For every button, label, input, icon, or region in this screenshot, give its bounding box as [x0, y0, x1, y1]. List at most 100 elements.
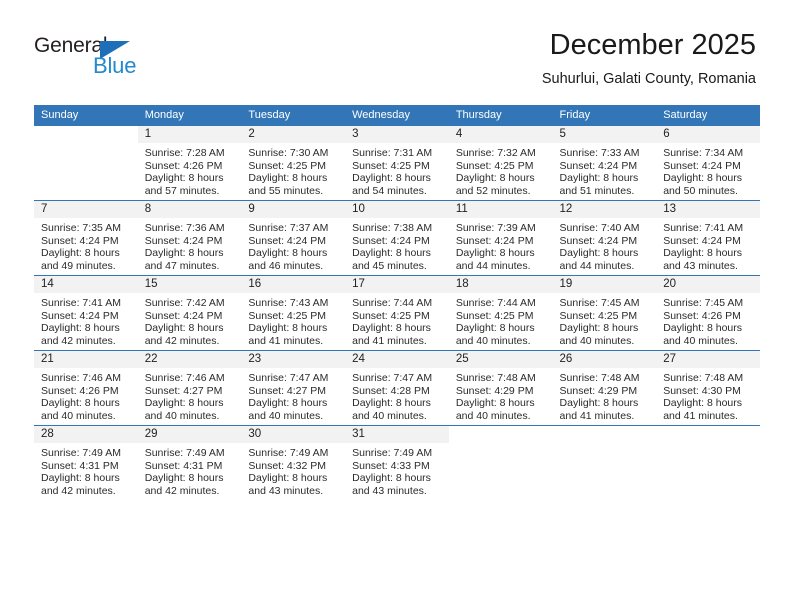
daylight-text-line2: and 41 minutes.: [352, 334, 427, 347]
calendar-day-cell[interactable]: 21 Sunrise: 7:46 AM Sunset: 4:26 PM Dayligh…: [34, 350, 138, 426]
calendar-day-cell[interactable]: 10 Sunrise: 7:38 AM Sunset: 4:24 PM Dayligh…: [345, 200, 449, 276]
calendar-day-cell[interactable]: 24 Sunrise: 7:47 AM Sunset: 4:28 PM Dayligh…: [345, 350, 449, 426]
calendar-day-cell[interactable]: 28 Sunrise: 7:49 AM Sunset: 4:31 PM Dayligh…: [34, 425, 138, 500]
calendar-cell-inner: 12 Sunrise: 7:40 AM Sunset: 4:24 PM Dayligh…: [552, 201, 657, 275]
daylight-text-line1: Daylight: 8 hours: [455, 172, 535, 185]
calendar-day-cell[interactable]: 12 Sunrise: 7:40 AM Sunset: 4:24 PM Dayligh…: [552, 200, 657, 276]
page-header: General Blue December 2025 Suhurlui, Gal…: [0, 0, 792, 100]
calendar-day-cell[interactable]: 1 Sunrise: 7:28 AM Sunset: 4:26 PM Daylight…: [137, 126, 242, 201]
calendar-cell-inner: [448, 426, 553, 500]
calendar-cell-inner: 7 Sunrise: 7:35 AM Sunset: 4:24 PM Daylight…: [34, 201, 138, 275]
sunset-text: Sunset: 4:25 PM: [352, 159, 430, 172]
day-details: Sunrise: 7:32 AM Sunset: 4:25 PM Daylight:…: [449, 143, 553, 197]
calendar-day-cell[interactable]: 13 Sunrise: 7:41 AM Sunset: 4:24 PM Dayligh…: [656, 200, 760, 276]
calendar-cell-inner: 1 Sunrise: 7:28 AM Sunset: 4:26 PM Daylight…: [137, 126, 242, 200]
sunrise-text: Sunrise: 7:48 AM: [455, 372, 536, 384]
calendar-day-cell[interactable]: 18 Sunrise: 7:44 AM Sunset: 4:25 PM Dayligh…: [448, 275, 553, 351]
daylight-text-line2: and 44 minutes.: [455, 259, 531, 272]
calendar-day-cell[interactable]: 22 Sunrise: 7:46 AM Sunset: 4:27 PM Dayligh…: [137, 350, 242, 426]
calendar-day-cell[interactable]: 6 Sunrise: 7:34 AM Sunset: 4:24 PM Daylight…: [656, 126, 760, 201]
calendar-cell-inner: 16 Sunrise: 7:43 AM Sunset: 4:25 PM Dayligh…: [241, 276, 346, 350]
sunrise-text: Sunrise: 7:49 AM: [352, 447, 433, 459]
sunrise-text: Sunrise: 7:47 AM: [248, 372, 329, 384]
calendar-day-cell[interactable]: 14 Sunrise: 7:41 AM Sunset: 4:24 PM Dayligh…: [34, 275, 138, 351]
sunset-text: Sunset: 4:24 PM: [41, 234, 119, 247]
sunset-text: Sunset: 4:24 PM: [144, 309, 223, 322]
daylight-text-line1: Daylight: 8 hours: [352, 397, 431, 410]
daylight-text-line1: Daylight: 8 hours: [559, 322, 639, 335]
daylight-text-line2: and 43 minutes.: [248, 484, 324, 497]
sunrise-text: Sunrise: 7:49 AM: [41, 447, 121, 459]
day-number: [656, 426, 760, 443]
daylight-text-line2: and 40 minutes.: [663, 334, 738, 347]
daylight-text-line1: Daylight: 8 hours: [41, 472, 120, 485]
calendar-day-cell[interactable]: 23 Sunrise: 7:47 AM Sunset: 4:27 PM Dayligh…: [241, 350, 346, 426]
daylight-text-line1: Daylight: 8 hours: [352, 322, 431, 335]
sunset-text: Sunset: 4:26 PM: [144, 159, 223, 172]
calendar-cell-inner: 22 Sunrise: 7:46 AM Sunset: 4:27 PM Dayligh…: [137, 351, 242, 425]
calendar-day-cell[interactable]: 29 Sunrise: 7:49 AM Sunset: 4:31 PM Dayligh…: [137, 425, 242, 500]
calendar-week-row: 1 Sunrise: 7:28 AM Sunset: 4:26 PM Daylight…: [34, 126, 760, 201]
calendar-cell-empty: [656, 425, 760, 500]
calendar-day-cell[interactable]: 19 Sunrise: 7:45 AM Sunset: 4:25 PM Dayligh…: [552, 275, 657, 351]
calendar-day-cell[interactable]: 2 Sunrise: 7:30 AM Sunset: 4:25 PM Daylight…: [241, 126, 346, 201]
day-details: Sunrise: 7:28 AM Sunset: 4:26 PM Daylight:…: [138, 143, 242, 197]
day-number: 5: [552, 126, 657, 143]
sunset-text: Sunset: 4:33 PM: [352, 459, 430, 472]
daylight-text-line2: and 50 minutes.: [663, 184, 738, 197]
calendar-day-cell[interactable]: 5 Sunrise: 7:33 AM Sunset: 4:24 PM Daylight…: [552, 126, 657, 201]
calendar-cell-inner: 24 Sunrise: 7:47 AM Sunset: 4:28 PM Dayligh…: [345, 351, 449, 425]
calendar-day-cell[interactable]: 7 Sunrise: 7:35 AM Sunset: 4:24 PM Daylight…: [34, 200, 138, 276]
calendar-day-cell[interactable]: 17 Sunrise: 7:44 AM Sunset: 4:25 PM Dayligh…: [345, 275, 449, 351]
day-number: 12: [552, 201, 657, 218]
day-details: Sunrise: 7:35 AM Sunset: 4:24 PM Daylight:…: [34, 218, 138, 272]
calendar-day-cell[interactable]: 25 Sunrise: 7:48 AM Sunset: 4:29 PM Dayligh…: [448, 350, 553, 426]
calendar-day-cell[interactable]: 15 Sunrise: 7:42 AM Sunset: 4:24 PM Dayligh…: [137, 275, 242, 351]
calendar-cell-inner: 25 Sunrise: 7:48 AM Sunset: 4:29 PM Dayligh…: [448, 351, 553, 425]
calendar-cell-inner: 18 Sunrise: 7:44 AM Sunset: 4:25 PM Dayligh…: [448, 276, 553, 350]
weekday-header-thursday: Thursday: [448, 105, 553, 126]
day-details: Sunrise: 7:49 AM Sunset: 4:31 PM Daylight:…: [138, 443, 242, 497]
daylight-text-line2: and 52 minutes.: [455, 184, 531, 197]
day-details: Sunrise: 7:45 AM Sunset: 4:25 PM Daylight:…: [553, 293, 657, 347]
day-number: 24: [345, 351, 449, 368]
daylight-text-line2: and 54 minutes.: [352, 184, 427, 197]
daylight-text-line2: and 42 minutes.: [41, 484, 116, 497]
calendar-cell-inner: 29 Sunrise: 7:49 AM Sunset: 4:31 PM Dayligh…: [137, 426, 242, 500]
sunrise-text: Sunrise: 7:35 AM: [41, 222, 121, 234]
sunrise-text: Sunrise: 7:41 AM: [41, 297, 121, 309]
calendar-cell-inner: 4 Sunrise: 7:32 AM Sunset: 4:25 PM Daylight…: [448, 126, 553, 200]
calendar-day-cell[interactable]: 16 Sunrise: 7:43 AM Sunset: 4:25 PM Dayligh…: [241, 275, 346, 351]
day-details: Sunrise: 7:39 AM Sunset: 4:24 PM Daylight:…: [449, 218, 553, 272]
calendar-cell-inner: 6 Sunrise: 7:34 AM Sunset: 4:24 PM Daylight…: [656, 126, 760, 200]
page-title: December 2025: [549, 29, 756, 61]
calendar-day-cell[interactable]: 9 Sunrise: 7:37 AM Sunset: 4:24 PM Daylight…: [241, 200, 346, 276]
calendar-day-cell[interactable]: 4 Sunrise: 7:32 AM Sunset: 4:25 PM Daylight…: [448, 126, 553, 201]
daylight-text-line2: and 41 minutes.: [663, 409, 738, 422]
calendar-day-cell[interactable]: 31 Sunrise: 7:49 AM Sunset: 4:33 PM Dayligh…: [345, 425, 449, 500]
calendar-cell-inner: 21 Sunrise: 7:46 AM Sunset: 4:26 PM Dayligh…: [34, 351, 138, 425]
calendar-day-cell[interactable]: 20 Sunrise: 7:45 AM Sunset: 4:26 PM Dayligh…: [656, 275, 760, 351]
calendar-cell-inner: 20 Sunrise: 7:45 AM Sunset: 4:26 PM Dayligh…: [656, 276, 760, 350]
calendar-day-cell[interactable]: 8 Sunrise: 7:36 AM Sunset: 4:24 PM Daylight…: [137, 200, 242, 276]
day-details: Sunrise: 7:33 AM Sunset: 4:24 PM Daylight:…: [553, 143, 657, 197]
calendar-day-cell[interactable]: 11 Sunrise: 7:39 AM Sunset: 4:24 PM Dayligh…: [448, 200, 553, 276]
day-details: Sunrise: 7:48 AM Sunset: 4:29 PM Daylight:…: [553, 368, 657, 422]
daylight-text-line1: Daylight: 8 hours: [248, 247, 328, 260]
calendar-day-cell[interactable]: 30 Sunrise: 7:49 AM Sunset: 4:32 PM Dayligh…: [241, 425, 346, 500]
calendar-day-cell[interactable]: 27 Sunrise: 7:48 AM Sunset: 4:30 PM Dayligh…: [656, 350, 760, 426]
daylight-text-line1: Daylight: 8 hours: [559, 397, 639, 410]
sunset-text: Sunset: 4:26 PM: [663, 309, 741, 322]
sunset-text: Sunset: 4:29 PM: [455, 384, 534, 397]
daylight-text-line1: Daylight: 8 hours: [663, 322, 743, 335]
day-number: 20: [656, 276, 760, 293]
daylight-text-line1: Daylight: 8 hours: [248, 322, 328, 335]
daylight-text-line2: and 45 minutes.: [352, 259, 427, 272]
day-details: Sunrise: 7:41 AM Sunset: 4:24 PM Daylight:…: [34, 293, 138, 347]
calendar-cell-inner: 28 Sunrise: 7:49 AM Sunset: 4:31 PM Dayligh…: [34, 426, 138, 500]
generalblue-logo[interactable]: General Blue: [34, 34, 214, 82]
calendar-day-cell[interactable]: 3 Sunrise: 7:31 AM Sunset: 4:25 PM Daylight…: [345, 126, 449, 201]
sunset-text: Sunset: 4:27 PM: [248, 384, 327, 397]
daylight-text-line1: Daylight: 8 hours: [144, 247, 224, 260]
calendar-day-cell[interactable]: 26 Sunrise: 7:48 AM Sunset: 4:29 PM Dayligh…: [552, 350, 657, 426]
